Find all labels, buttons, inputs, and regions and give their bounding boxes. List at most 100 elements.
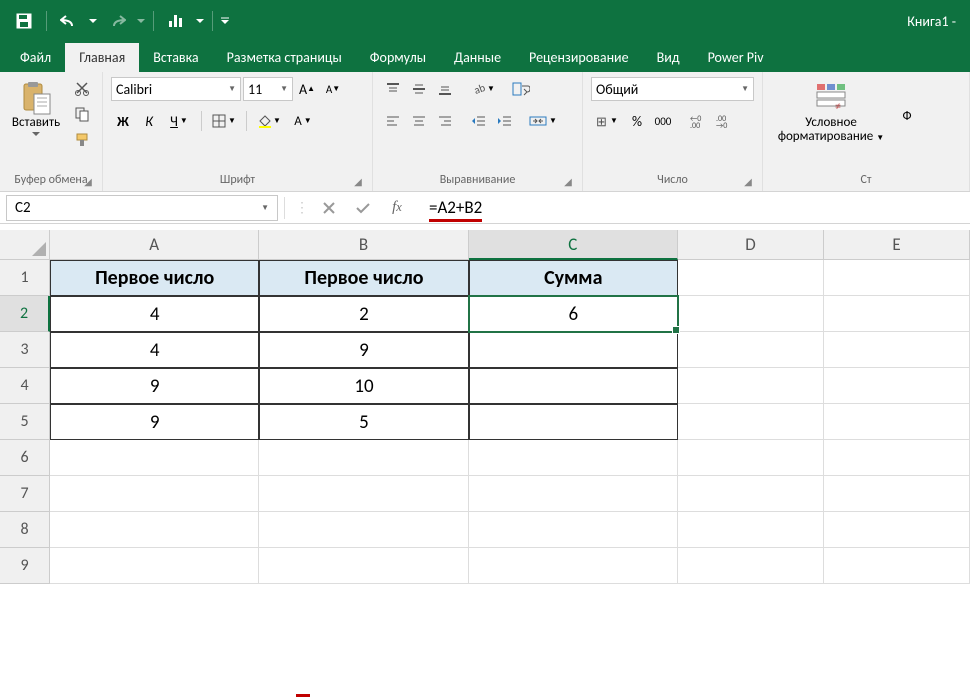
col-header-B[interactable]: B (259, 230, 468, 260)
cell-D1[interactable] (678, 260, 824, 296)
cell-C6[interactable] (469, 440, 678, 476)
borders-button[interactable]: ▼ (208, 109, 240, 133)
name-box[interactable]: C2▼ (6, 195, 278, 221)
cell-D3[interactable] (678, 332, 824, 368)
align-center-button[interactable] (407, 109, 431, 133)
cell-A3[interactable]: 4 (50, 332, 259, 368)
align-right-button[interactable] (433, 109, 457, 133)
merge-center-button[interactable]: ▼ (527, 109, 559, 133)
cell-E9[interactable] (824, 548, 970, 584)
tab-page-layout[interactable]: Разметка страницы (213, 43, 356, 72)
chart-icon[interactable] (160, 7, 192, 35)
number-launcher-icon[interactable]: ◢ (742, 175, 754, 187)
tab-insert[interactable]: Вставка (139, 43, 212, 72)
cell-A7[interactable] (50, 476, 259, 512)
copy-button[interactable] (70, 102, 94, 126)
redo-dropdown-icon[interactable] (135, 7, 147, 35)
row-header-1[interactable]: 1 (0, 260, 50, 296)
cell-B6[interactable] (259, 440, 468, 476)
cell-A8[interactable] (50, 512, 259, 548)
cell-E6[interactable] (824, 440, 970, 476)
align-top-button[interactable] (381, 77, 405, 101)
col-header-C[interactable]: C (469, 230, 678, 260)
wrap-text-button[interactable] (509, 77, 533, 101)
cell-D8[interactable] (678, 512, 824, 548)
undo-icon[interactable] (53, 7, 85, 35)
cell-A9[interactable] (50, 548, 259, 584)
cell-E3[interactable] (824, 332, 970, 368)
cell-A5[interactable]: 9 (50, 404, 259, 440)
redo-icon[interactable] (101, 7, 133, 35)
cell-D2[interactable] (678, 296, 824, 332)
decrease-decimal-button[interactable]: .00→0 (713, 109, 737, 133)
bold-button[interactable]: Ж (111, 109, 135, 133)
paste-button[interactable]: Вставить (8, 76, 64, 137)
cell-E7[interactable] (824, 476, 970, 512)
orientation-button[interactable]: ab▼ (467, 77, 499, 101)
undo-dropdown-icon[interactable] (87, 7, 99, 35)
italic-button[interactable]: К (137, 109, 161, 133)
row-header-5[interactable]: 5 (0, 404, 50, 440)
row-header-9[interactable]: 9 (0, 548, 50, 584)
row-header-3[interactable]: 3 (0, 332, 50, 368)
alignment-launcher-icon[interactable]: ◢ (562, 175, 574, 187)
tab-file[interactable]: Файл (6, 43, 65, 72)
cell-D4[interactable] (678, 368, 824, 404)
cell-E8[interactable] (824, 512, 970, 548)
tab-data[interactable]: Данные (440, 43, 515, 72)
cell-C4[interactable] (469, 368, 678, 404)
clipboard-launcher-icon[interactable]: ◢ (82, 175, 94, 187)
row-header-7[interactable]: 7 (0, 476, 50, 512)
cell-C1[interactable]: Сумма (469, 260, 678, 296)
cancel-formula-button[interactable] (315, 196, 343, 220)
tab-formulas[interactable]: Формулы (356, 43, 440, 72)
font-color-button[interactable]: A▼ (287, 109, 319, 133)
cell-D7[interactable] (678, 476, 824, 512)
col-header-A[interactable]: A (50, 230, 259, 260)
row-header-4[interactable]: 4 (0, 368, 50, 404)
cell-B3[interactable]: 9 (259, 332, 468, 368)
cell-A1[interactable]: Первое число (50, 260, 259, 296)
insert-function-button[interactable]: fx (383, 196, 411, 220)
font-launcher-icon[interactable]: ◢ (352, 175, 364, 187)
formula-input[interactable]: =A2+B2 (421, 195, 970, 221)
chart-dropdown-icon[interactable] (194, 7, 206, 35)
tab-view[interactable]: Вид (643, 43, 694, 72)
font-name-combo[interactable]: Calibri▼ (111, 77, 241, 101)
conditional-formatting-button[interactable]: ≠ Условное форматирование ▼ (771, 76, 891, 145)
number-format-combo[interactable]: Общий▼ (591, 77, 754, 101)
col-header-E[interactable]: E (824, 230, 970, 260)
enter-formula-button[interactable] (349, 196, 377, 220)
qat-customize-icon[interactable] (219, 7, 231, 35)
cell-B1[interactable]: Первое число (259, 260, 468, 296)
increase-decimal-button[interactable]: ←0.00 (687, 109, 711, 133)
row-header-2[interactable]: 2 (0, 296, 50, 332)
cell-B4[interactable]: 10 (259, 368, 468, 404)
select-all-corner[interactable] (0, 230, 50, 260)
cell-A2[interactable]: 4 (50, 296, 259, 332)
cell-E2[interactable] (824, 296, 970, 332)
cell-D9[interactable] (678, 548, 824, 584)
align-left-button[interactable] (381, 109, 405, 133)
cell-B5[interactable]: 5 (259, 404, 468, 440)
percent-button[interactable]: % (625, 109, 649, 133)
accounting-format-button[interactable]: ⊞▼ (591, 109, 623, 133)
fill-color-button[interactable]: ▼ (253, 109, 285, 133)
cell-D5[interactable] (678, 404, 824, 440)
tab-home[interactable]: Главная (65, 43, 139, 72)
cell-B8[interactable] (259, 512, 468, 548)
decrease-indent-button[interactable] (467, 109, 491, 133)
increase-indent-button[interactable] (493, 109, 517, 133)
col-header-D[interactable]: D (678, 230, 824, 260)
cell-D6[interactable] (678, 440, 824, 476)
tab-power-pivot[interactable]: Power Piv (694, 43, 778, 72)
increase-font-button[interactable]: A▲ (295, 77, 319, 101)
cell-B9[interactable] (259, 548, 468, 584)
row-header-6[interactable]: 6 (0, 440, 50, 476)
format-painter-button[interactable] (70, 128, 94, 152)
cell-A4[interactable]: 9 (50, 368, 259, 404)
row-header-8[interactable]: 8 (0, 512, 50, 548)
cell-C9[interactable] (469, 548, 678, 584)
cell-E1[interactable] (824, 260, 970, 296)
cell-C8[interactable] (469, 512, 678, 548)
